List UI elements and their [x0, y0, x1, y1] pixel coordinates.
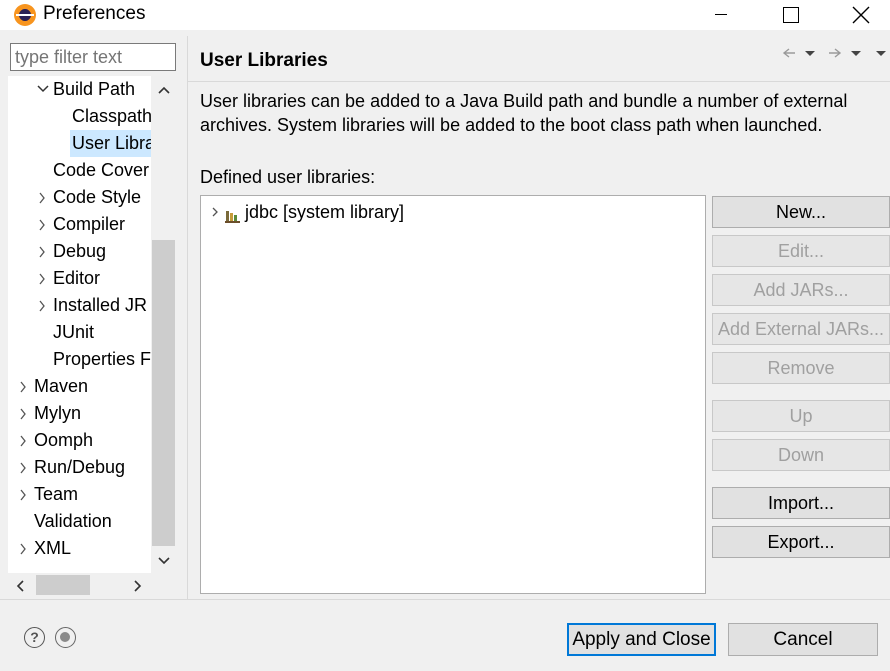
- tree-item-label: Run/Debug: [34, 457, 126, 477]
- down-button[interactable]: Down: [712, 439, 890, 471]
- window-title: Preferences: [43, 3, 146, 24]
- remove-button[interactable]: Remove: [712, 352, 890, 384]
- eclipse-logo-icon: [14, 4, 36, 26]
- chevron-right-icon[interactable]: [17, 481, 31, 508]
- tree-horizontal-scrollbar[interactable]: [8, 573, 176, 597]
- chevron-right-icon[interactable]: [36, 184, 50, 211]
- page-title: User Libraries: [200, 50, 328, 71]
- tree-item-label: XML: [34, 538, 72, 558]
- defined-libraries-label: Defined user libraries:: [200, 167, 376, 187]
- scroll-left-icon[interactable]: [12, 577, 30, 595]
- add-external-jars-button[interactable]: Add External JARs...: [712, 313, 890, 345]
- page-description: User libraries can be added to a Java Bu…: [200, 91, 848, 135]
- help-icon[interactable]: ?: [24, 627, 45, 648]
- cancel-button[interactable]: Cancel: [728, 623, 878, 656]
- tree-item-label: User Libra: [70, 130, 158, 157]
- maximize-button[interactable]: [767, 0, 813, 30]
- chevron-right-icon[interactable]: [36, 265, 50, 292]
- tree-item-label: Installed JR: [53, 295, 148, 315]
- tree-vertical-scroll-thumb[interactable]: [152, 240, 175, 546]
- user-libraries-list[interactable]: jdbc [system library]: [200, 195, 706, 594]
- tree-item-label: Maven: [34, 376, 89, 396]
- back-arrow-icon[interactable]: [780, 44, 798, 62]
- chevron-right-icon[interactable]: [17, 427, 31, 454]
- chevron-right-icon[interactable]: [209, 200, 221, 224]
- close-icon: [852, 6, 870, 24]
- oomph-preferences-icon[interactable]: [55, 627, 76, 648]
- chevron-right-icon[interactable]: [17, 535, 31, 562]
- edit-button[interactable]: Edit...: [712, 235, 890, 267]
- tree-item-label: Classpath: [72, 106, 153, 126]
- library-item[interactable]: jdbc [system library]: [209, 200, 509, 224]
- tree-item-label: Validation: [34, 511, 112, 531]
- tree-item-label: Compiler: [53, 214, 126, 234]
- scroll-up-icon[interactable]: [155, 82, 173, 100]
- chevron-down-icon[interactable]: [36, 76, 50, 103]
- up-button[interactable]: Up: [712, 400, 890, 432]
- tree-item-label: JUnit: [53, 322, 95, 342]
- library-icon: [225, 205, 241, 223]
- tree-item-label: Team: [34, 484, 79, 504]
- chevron-right-icon[interactable]: [36, 238, 50, 265]
- tree-item-label: Code Style: [53, 187, 142, 207]
- tree-item-label: Properties F: [53, 349, 152, 369]
- minimize-button[interactable]: [698, 0, 744, 30]
- import-button[interactable]: Import...: [712, 487, 890, 519]
- tree-horizontal-scroll-thumb[interactable]: [36, 575, 90, 595]
- tree-item-label: Debug: [53, 241, 107, 261]
- new-button[interactable]: New...: [712, 196, 890, 228]
- export-button[interactable]: Export...: [712, 526, 890, 558]
- tree-item-label: Editor: [53, 268, 101, 288]
- forward-arrow-icon[interactable]: [826, 44, 844, 62]
- scroll-down-icon[interactable]: [155, 551, 173, 569]
- chevron-right-icon[interactable]: [36, 292, 50, 319]
- back-menu-chevron-icon[interactable]: [801, 44, 819, 62]
- tree-item-label: Oomph: [34, 430, 94, 450]
- footer-divider: [0, 599, 890, 600]
- tree-item-label: Mylyn: [34, 403, 82, 423]
- title-bar: Preferences: [0, 0, 890, 30]
- library-label: jdbc [system library]: [245, 202, 405, 222]
- apply-and-close-button[interactable]: Apply and Close: [567, 623, 716, 656]
- close-button[interactable]: [838, 0, 884, 30]
- forward-menu-chevron-icon[interactable]: [847, 44, 865, 62]
- tree-item-label: Build Path: [53, 79, 136, 99]
- pane-divider[interactable]: [187, 36, 188, 599]
- add-jars-button[interactable]: Add JARs...: [712, 274, 890, 306]
- chevron-right-icon[interactable]: [36, 211, 50, 238]
- view-menu-chevron-icon[interactable]: [872, 44, 890, 62]
- chevron-right-icon[interactable]: [17, 373, 31, 400]
- chevron-right-icon[interactable]: [17, 400, 31, 427]
- filter-input[interactable]: [10, 43, 176, 71]
- tree-item-label: Code Cover: [53, 160, 150, 180]
- chevron-right-icon[interactable]: [17, 454, 31, 481]
- scroll-right-icon[interactable]: [128, 577, 146, 595]
